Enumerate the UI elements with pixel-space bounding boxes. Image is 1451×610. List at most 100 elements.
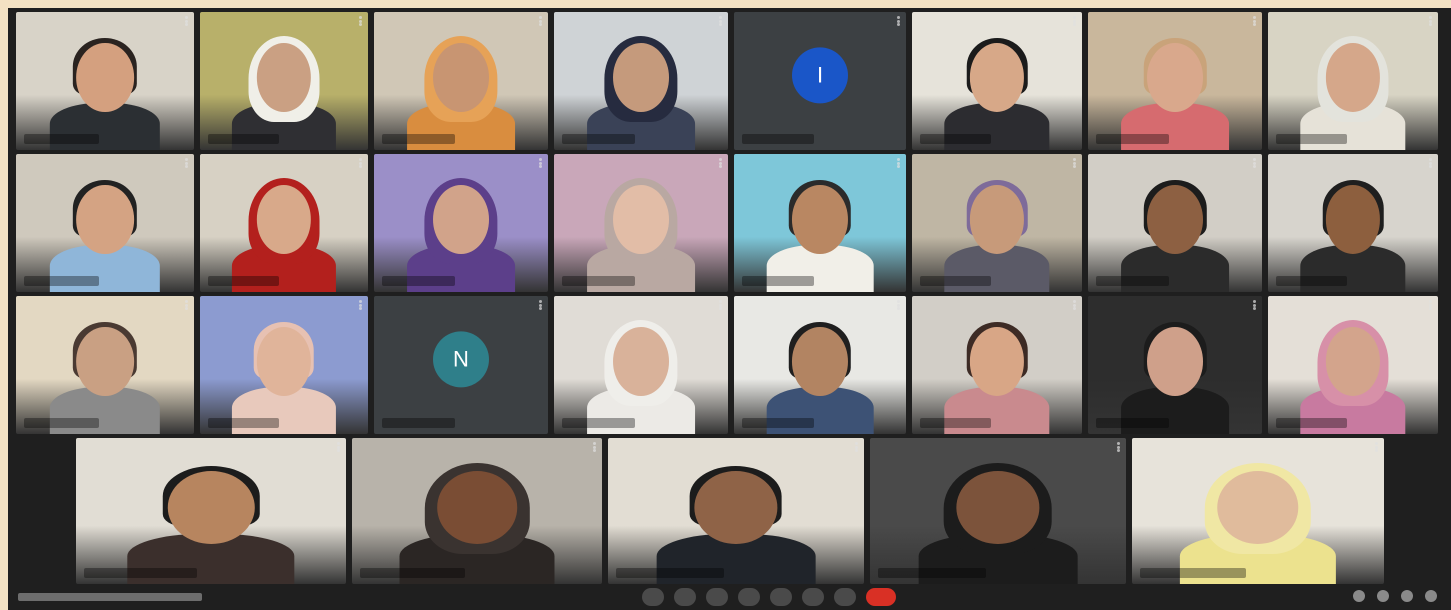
participant-name-label bbox=[208, 418, 279, 428]
participant-tile-video[interactable] bbox=[554, 296, 728, 434]
present-button[interactable] bbox=[770, 588, 792, 606]
participant-avatar: I bbox=[792, 47, 848, 104]
more-options-button[interactable] bbox=[834, 588, 856, 606]
participant-video-feed bbox=[127, 458, 295, 584]
participant-tile-video[interactable] bbox=[912, 296, 1082, 434]
participant-video-feed bbox=[944, 173, 1050, 292]
participant-video-feed bbox=[231, 315, 337, 434]
participant-tile-video[interactable] bbox=[912, 154, 1082, 292]
participant-tile-video[interactable] bbox=[16, 154, 194, 292]
participant-tile-video[interactable] bbox=[554, 154, 728, 292]
more-vertical-icon[interactable] bbox=[1429, 158, 1432, 168]
meeting-details[interactable] bbox=[18, 593, 202, 601]
participant-video-feed bbox=[1300, 315, 1406, 434]
microphone-button[interactable] bbox=[642, 588, 664, 606]
activities-icon[interactable] bbox=[1425, 590, 1437, 602]
camera-button[interactable] bbox=[674, 588, 696, 606]
participant-name-label bbox=[920, 418, 991, 428]
more-vertical-icon[interactable] bbox=[539, 300, 542, 310]
more-vertical-icon[interactable] bbox=[1429, 300, 1432, 310]
participant-tile-video[interactable] bbox=[200, 296, 368, 434]
more-vertical-icon[interactable] bbox=[1253, 300, 1256, 310]
meeting-toolbar bbox=[8, 584, 1451, 610]
participant-tile-video[interactable] bbox=[1088, 296, 1262, 434]
more-vertical-icon[interactable] bbox=[185, 158, 188, 168]
participant-tile-video[interactable] bbox=[374, 12, 548, 150]
participant-tile-video[interactable] bbox=[16, 296, 194, 434]
more-vertical-icon[interactable] bbox=[855, 442, 858, 452]
participant-tile-video[interactable] bbox=[870, 438, 1126, 584]
more-vertical-icon[interactable] bbox=[185, 300, 188, 310]
participant-name-label bbox=[1140, 568, 1246, 578]
participant-tile-video[interactable] bbox=[16, 12, 194, 150]
participant-tile-video[interactable] bbox=[554, 12, 728, 150]
participant-tile-video[interactable] bbox=[734, 296, 906, 434]
participant-tile-video[interactable] bbox=[734, 154, 906, 292]
more-vertical-icon[interactable] bbox=[337, 442, 340, 452]
more-vertical-icon[interactable] bbox=[1253, 158, 1256, 168]
info-icon[interactable] bbox=[1353, 590, 1365, 602]
captions-button[interactable] bbox=[706, 588, 728, 606]
more-vertical-icon[interactable] bbox=[897, 300, 900, 310]
participant-tile-video[interactable] bbox=[1088, 154, 1262, 292]
raise-hand-button[interactable] bbox=[802, 588, 824, 606]
participant-tile-avatar[interactable]: N bbox=[374, 296, 548, 434]
participant-tile-video[interactable] bbox=[912, 12, 1082, 150]
more-vertical-icon[interactable] bbox=[1073, 300, 1076, 310]
chat-icon[interactable] bbox=[1401, 590, 1413, 602]
reactions-button[interactable] bbox=[738, 588, 760, 606]
more-vertical-icon[interactable] bbox=[539, 16, 542, 26]
participant-tile-video[interactable] bbox=[1132, 438, 1384, 584]
more-vertical-icon[interactable] bbox=[539, 158, 542, 168]
participant-tile-video[interactable] bbox=[1268, 12, 1438, 150]
participant-name-label bbox=[920, 276, 991, 286]
leave-call-button[interactable] bbox=[866, 588, 896, 606]
participant-tile-video[interactable] bbox=[1268, 296, 1438, 434]
more-vertical-icon[interactable] bbox=[719, 300, 722, 310]
more-vertical-icon[interactable] bbox=[897, 158, 900, 168]
more-vertical-icon[interactable] bbox=[1117, 442, 1120, 452]
more-vertical-icon[interactable] bbox=[593, 442, 596, 452]
participant-video-feed bbox=[49, 31, 161, 150]
participant-tile-avatar[interactable]: I bbox=[734, 12, 906, 150]
participant-name-label bbox=[742, 276, 814, 286]
participant-video-feed bbox=[1121, 315, 1229, 434]
participant-name-label bbox=[1276, 276, 1347, 286]
more-vertical-icon[interactable] bbox=[1375, 442, 1378, 452]
participant-tile-video[interactable] bbox=[1268, 154, 1438, 292]
more-vertical-icon[interactable] bbox=[359, 158, 362, 168]
participant-tile-video[interactable] bbox=[352, 438, 602, 584]
participant-video-feed bbox=[587, 315, 695, 434]
participant-name-label bbox=[562, 276, 635, 286]
participant-video-feed bbox=[587, 173, 695, 292]
participant-video-feed bbox=[407, 173, 515, 292]
more-vertical-icon[interactable] bbox=[1073, 16, 1076, 26]
participant-name-label bbox=[742, 418, 814, 428]
more-vertical-icon[interactable] bbox=[185, 16, 188, 26]
more-vertical-icon[interactable] bbox=[719, 16, 722, 26]
participant-name-label bbox=[1276, 134, 1347, 144]
more-vertical-icon[interactable] bbox=[1073, 158, 1076, 168]
participant-tile-video[interactable] bbox=[374, 154, 548, 292]
participant-video-feed bbox=[656, 458, 816, 584]
more-vertical-icon[interactable] bbox=[1253, 16, 1256, 26]
participant-video-feed bbox=[1300, 31, 1406, 150]
participant-name-label bbox=[24, 276, 99, 286]
participant-tile-video[interactable] bbox=[608, 438, 864, 584]
more-vertical-icon[interactable] bbox=[1429, 16, 1432, 26]
participant-tile-video[interactable] bbox=[200, 12, 368, 150]
participant-tile-video[interactable] bbox=[200, 154, 368, 292]
more-vertical-icon[interactable] bbox=[359, 300, 362, 310]
grid-row-3: N bbox=[16, 296, 1443, 434]
participant-avatar: N bbox=[433, 331, 489, 388]
more-vertical-icon[interactable] bbox=[359, 16, 362, 26]
participant-tile-video[interactable] bbox=[76, 438, 346, 584]
participant-video-feed bbox=[1300, 173, 1406, 292]
participant-tile-video[interactable] bbox=[1088, 12, 1262, 150]
participant-name-label bbox=[1096, 276, 1169, 286]
more-vertical-icon[interactable] bbox=[897, 16, 900, 26]
grid-row-2 bbox=[16, 154, 1443, 292]
people-icon[interactable] bbox=[1377, 590, 1389, 602]
participant-video-feed bbox=[1179, 458, 1337, 584]
more-vertical-icon[interactable] bbox=[719, 158, 722, 168]
